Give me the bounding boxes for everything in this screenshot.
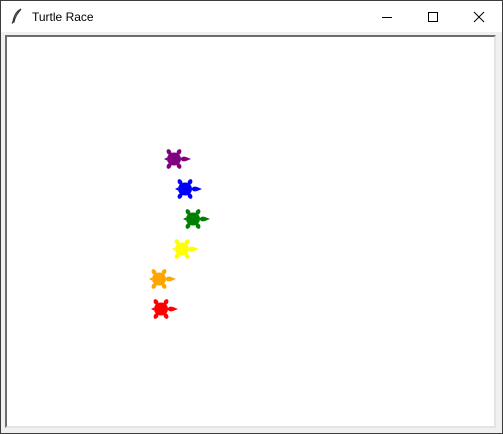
close-button[interactable] xyxy=(456,1,502,32)
turtle-canvas-frame xyxy=(5,35,496,428)
feather-icon xyxy=(11,8,22,24)
turtle-canvas[interactable] xyxy=(7,37,494,426)
title-bar[interactable]: Turtle Race xyxy=(1,1,502,32)
red-turtle xyxy=(151,299,178,319)
window-title: Turtle Race xyxy=(32,10,94,24)
yellow-turtle xyxy=(172,239,199,259)
minimize-icon xyxy=(382,16,392,18)
blue-turtle xyxy=(175,179,202,199)
minimize-button[interactable] xyxy=(364,1,410,32)
app-window: Turtle Race xyxy=(0,0,503,434)
close-icon xyxy=(473,11,485,22)
maximize-button[interactable] xyxy=(410,1,456,32)
orange-turtle xyxy=(149,269,176,289)
purple-turtle xyxy=(164,149,191,169)
green-turtle xyxy=(183,209,210,229)
maximize-icon xyxy=(428,11,438,22)
